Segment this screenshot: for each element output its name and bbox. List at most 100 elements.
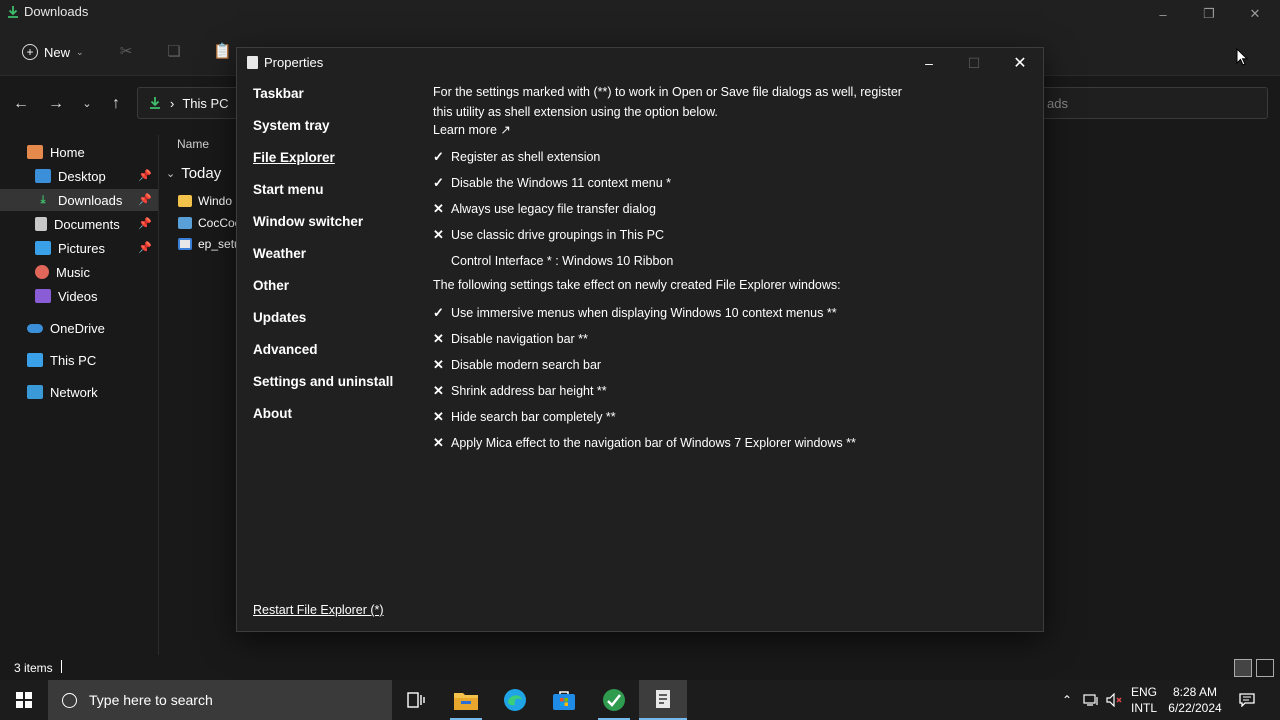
cross-icon: ✕ [433,357,444,372]
option-classic-drive-groupings[interactable]: ✕ Use classic drive groupings in This PC [433,226,664,244]
volume-tray-icon[interactable] [1104,680,1126,720]
address-separator: › [170,95,175,111]
clock[interactable]: 8:28 AM 6/22/2024 [1164,684,1226,716]
up-button[interactable]: ↑ [105,93,127,115]
network-icon [1083,694,1098,706]
list-item[interactable]: CocCoc [178,213,241,233]
taskbar-edge[interactable] [491,680,539,720]
sidebar-item-label: Pictures [58,240,105,256]
minimize-button[interactable]: – [1140,0,1186,28]
action-center-button[interactable] [1234,680,1260,720]
option-label: Register as shell extension [451,150,601,164]
address-segment[interactable]: This PC [182,96,228,111]
checkmark-icon: ✓ [433,175,444,190]
list-item[interactable]: ep_setu [178,234,241,254]
downloads-icon: ⤓ [40,194,46,206]
list-item[interactable]: Windo [178,191,232,211]
taskbar-store[interactable] [540,680,588,720]
checkmark-icon: ✓ [433,149,444,164]
back-button[interactable]: ← [10,93,32,115]
restart-file-explorer-link[interactable]: Restart File Explorer (*) [253,603,384,617]
option-mica-effect[interactable]: ✕ Apply Mica effect to the navigation ba… [433,434,856,452]
start-button[interactable] [0,680,48,720]
taskbar-coccoc[interactable] [590,680,638,720]
option-register-shell-extension[interactable]: ✓ Register as shell extension [433,148,600,166]
sidebar-item-downloads[interactable]: ⤓ Downloads 📌 [0,189,158,211]
forward-button[interactable]: → [45,93,67,115]
sidebar-item-music[interactable]: Music [0,261,158,283]
nav-other[interactable]: Other [253,278,289,293]
network-icon [27,385,43,399]
copy-icon[interactable]: ❏ [165,42,183,60]
close-button[interactable]: ✕ [1232,0,1278,28]
taskbar-properties-app[interactable] [639,680,687,720]
network-tray-icon[interactable] [1080,680,1102,720]
nav-settings-and-uninstall[interactable]: Settings and uninstall [253,374,393,389]
sidebar-item-documents[interactable]: Documents 📌 [0,213,158,235]
learn-more-link[interactable]: Learn more ↗ [433,122,511,137]
option-immersive-menus[interactable]: ✓ Use immersive menus when displaying Wi… [433,304,837,322]
close-button[interactable]: ✕ [997,48,1043,78]
chevron-up-icon: ⌃ [1061,693,1073,707]
option-legacy-file-transfer[interactable]: ✕ Always use legacy file transfer dialog [433,200,656,218]
nav-taskbar[interactable]: Taskbar [253,86,304,101]
nav-about[interactable]: About [253,406,292,421]
sidebar-item-this-pc[interactable]: This PC [0,349,158,371]
nav-start-menu[interactable]: Start menu [253,182,324,197]
minimize-button[interactable]: – [906,48,952,78]
checkmark-icon: ✓ [433,305,444,320]
search-input[interactable]: ads [1032,87,1268,119]
sidebar-item-label: OneDrive [50,320,105,336]
sidebar-item-label: This PC [50,352,97,368]
input-language-indicator[interactable]: ENG INTL [1126,684,1162,716]
paste-icon[interactable]: 📋 [213,42,232,60]
column-header-name[interactable]: Name [177,137,209,151]
volume-muted-icon [1106,693,1122,707]
nav-advanced[interactable]: Advanced [253,342,318,357]
option-disable-win11-context-menu[interactable]: ✓ Disable the Windows 11 context menu * [433,174,671,192]
sidebar-item-pictures[interactable]: Pictures 📌 [0,237,158,259]
taskbar-search-box[interactable]: Type here to search [48,680,392,720]
recent-locations-button[interactable]: ⌄ [76,93,98,115]
chevron-down-icon: ⌄ [166,168,176,180]
plus-icon: + [22,44,38,60]
sidebar-item-videos[interactable]: Videos [0,285,158,307]
nav-file-explorer[interactable]: File Explorer [253,150,335,165]
edge-browser-icon [504,689,526,711]
group-header[interactable]: ⌄ Today [166,165,221,182]
sidebar-item-network[interactable]: Network [0,381,158,403]
restore-button[interactable]: ❐ [1186,0,1232,28]
option-label: Shrink address bar height ** [451,384,607,398]
option-hide-search-bar[interactable]: ✕ Hide search bar completely ** [433,408,616,426]
tiles-view-button[interactable] [1256,659,1274,677]
sidebar-item-label: Desktop [58,168,106,184]
address-bar[interactable]: › This PC › [137,87,247,119]
task-view-button[interactable] [392,680,440,720]
coccoc-browser-icon [603,689,625,711]
nav-window-switcher[interactable]: Window switcher [253,214,363,229]
option-disable-navigation-bar[interactable]: ✕ Disable navigation bar ** [433,330,588,348]
sidebar-item-home[interactable]: Home [0,141,158,163]
show-hidden-icons-button[interactable]: ⌃ [1056,680,1078,720]
folder-icon [454,693,478,710]
details-view-button[interactable] [1234,659,1252,677]
option-control-interface[interactable]: Control Interface * : Windows 10 Ribbon [433,252,673,270]
dialog-title-bar: Properties – ☐ ✕ [237,48,1043,78]
option-disable-modern-search[interactable]: ✕ Disable modern search bar [433,356,601,374]
cross-icon: ✕ [433,383,444,398]
new-button[interactable]: + New ⌄ [14,38,92,66]
sidebar-item-onedrive[interactable]: OneDrive [0,317,158,339]
sidebar-item-desktop[interactable]: Desktop 📌 [0,165,158,187]
navigation-pane: Home Desktop 📌 ⤓ Downloads 📌 Documents 📌… [0,135,160,655]
music-icon [35,265,49,279]
option-label: Disable the Windows 11 context menu * [451,176,672,190]
nav-updates[interactable]: Updates [253,310,306,325]
option-shrink-address-bar[interactable]: ✕ Shrink address bar height ** [433,382,607,400]
cut-icon[interactable]: ✂ [117,42,135,60]
app-icon [247,56,258,69]
download-arrow-icon [8,6,18,18]
taskbar-file-explorer[interactable] [442,680,490,720]
nav-weather[interactable]: Weather [253,246,306,261]
cross-icon: ✕ [433,331,444,346]
nav-system-tray[interactable]: System tray [253,118,330,133]
